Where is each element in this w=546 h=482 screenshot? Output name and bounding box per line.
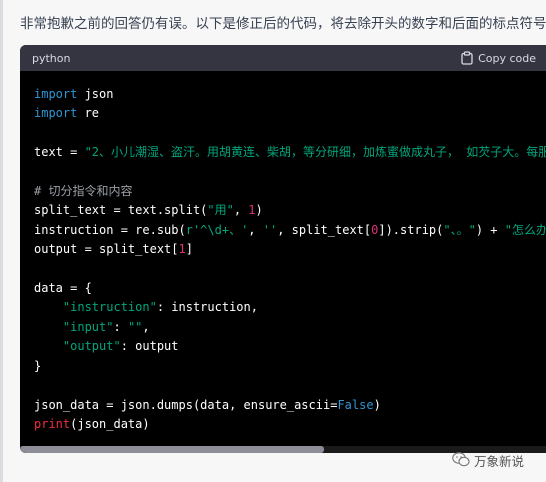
code-line: import json bbox=[34, 87, 114, 101]
clipboard-icon bbox=[461, 51, 473, 65]
code-line: split_text = text.split("用", 1) bbox=[34, 203, 263, 218]
copy-code-button[interactable]: Copy code bbox=[461, 51, 546, 65]
watermark: 万象新说 bbox=[452, 451, 524, 470]
code-line: instruction = re.sub(r'^\d+、', '', split… bbox=[34, 222, 546, 237]
code-line: output = split_text[1] bbox=[34, 242, 193, 257]
code-block: python Copy code import json import re t… bbox=[20, 45, 546, 453]
copy-code-label: Copy code bbox=[478, 51, 536, 65]
code-language-label: python bbox=[32, 51, 71, 65]
code-text[interactable]: import json import re text = "2、小儿潮湿、盗汗。… bbox=[20, 85, 546, 434]
code-line: "output": output bbox=[62, 339, 179, 354]
code-line: import re bbox=[34, 106, 100, 121]
code-line: } bbox=[34, 358, 42, 373]
code-block-header: python Copy code bbox=[20, 45, 546, 71]
code-line: text = "2、小儿潮湿、盗汗。用胡黄连、柴胡，等分研细，加炼蜜做成丸子， … bbox=[34, 145, 546, 160]
code-line: data = { bbox=[34, 281, 92, 296]
code-line: json_data = json.dumps(data, ensure_asci… bbox=[34, 397, 381, 412]
scrollbar-thumb[interactable] bbox=[20, 446, 324, 453]
code-line: "instruction": instruction, bbox=[62, 300, 258, 315]
wechat-icon bbox=[452, 451, 470, 470]
assistant-message-text: 非常抱歉之前的回答仍有误。以下是修正后的代码，将去除开头的数字和后面的标点符号： bbox=[20, 16, 546, 32]
code-line: # 切分指令和内容 bbox=[34, 184, 133, 199]
code-line: "input": "", bbox=[62, 319, 150, 334]
quote-bar bbox=[0, 0, 3, 482]
code-line: print(json_data) bbox=[34, 416, 150, 431]
watermark-text: 万象新说 bbox=[474, 454, 525, 469]
